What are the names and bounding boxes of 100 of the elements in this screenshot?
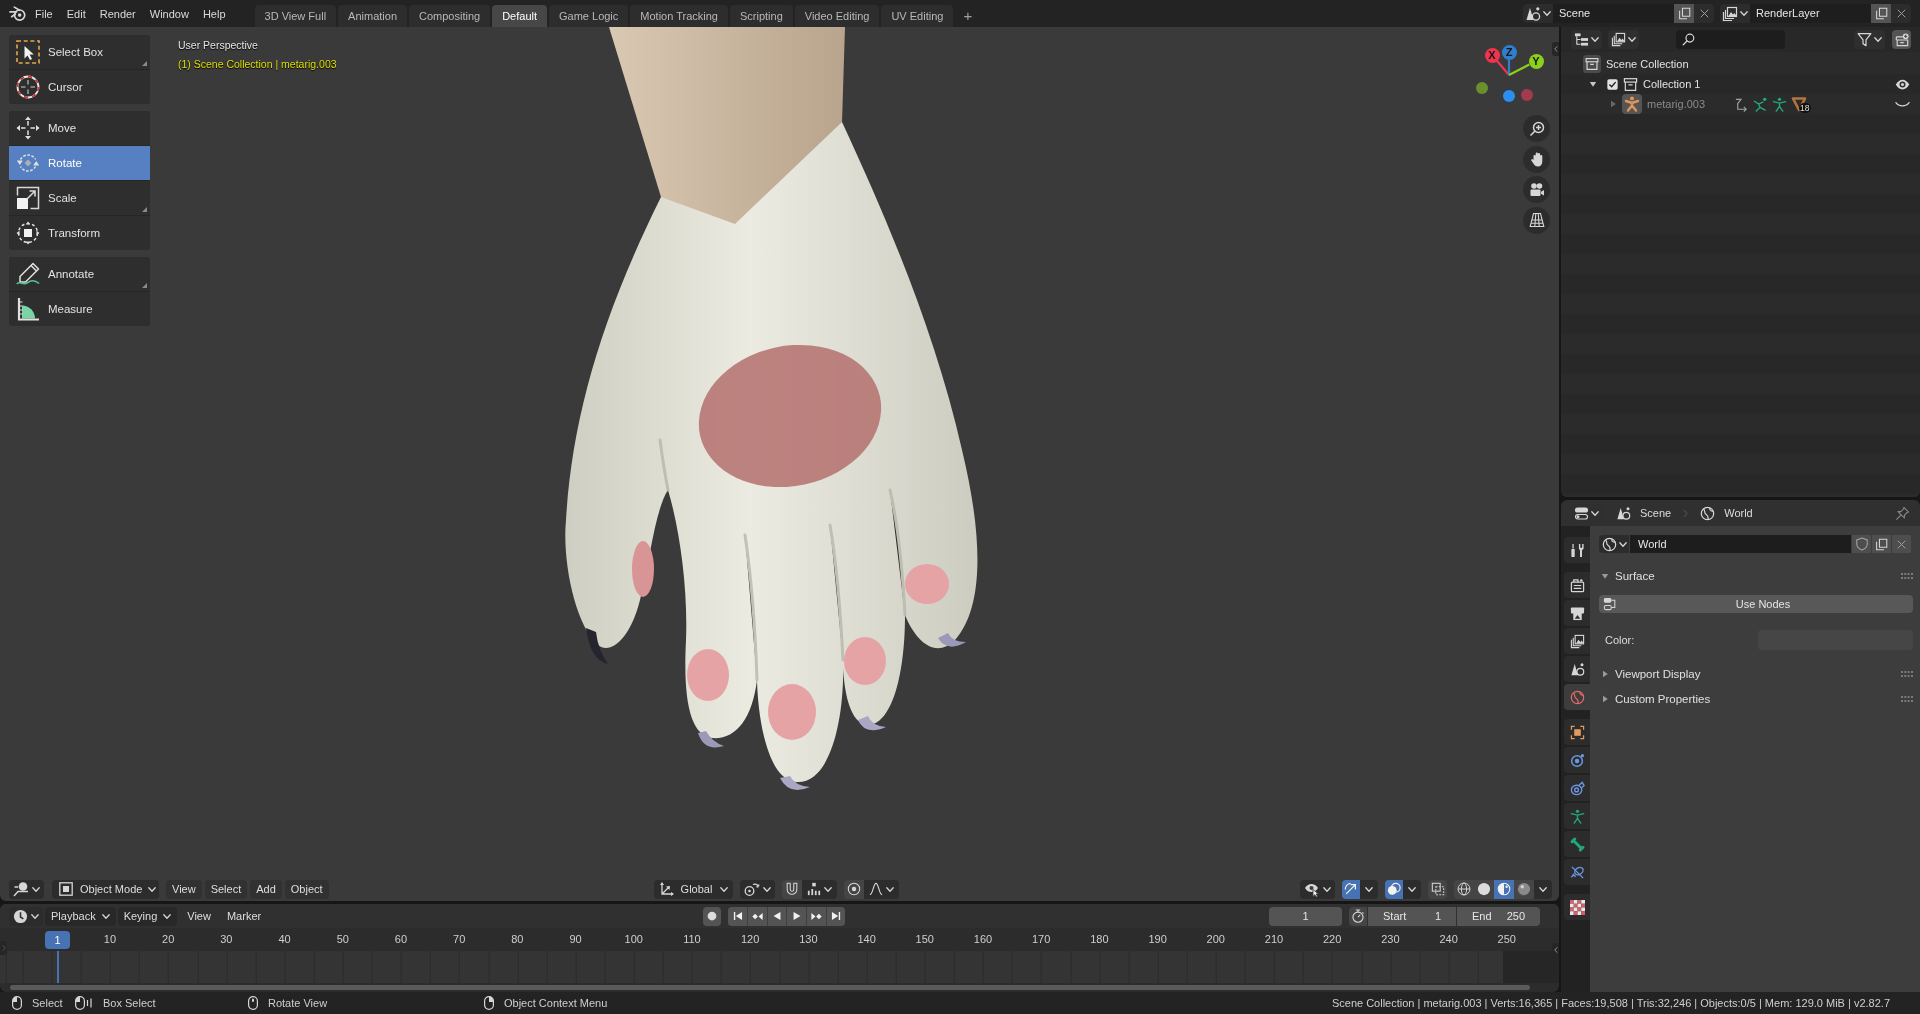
zoom-icon[interactable]	[1523, 115, 1550, 142]
menu-item[interactable]: File	[28, 3, 60, 24]
scene-dropdown[interactable]	[1523, 4, 1553, 23]
solid-sphere-icon[interactable]	[1474, 879, 1494, 899]
axis-handle[interactable]: Y	[1528, 53, 1544, 69]
play-reverse-icon[interactable]	[767, 906, 787, 926]
panel-toggle[interactable]: Surface	[1599, 570, 1655, 582]
drag-handle-icon[interactable]	[1901, 671, 1913, 677]
tool-button[interactable]: Transform	[9, 216, 150, 250]
tool-button[interactable]: Rotate	[9, 146, 150, 180]
magnet-icon[interactable]	[781, 879, 802, 899]
axis-dot-icon[interactable]	[1503, 90, 1515, 102]
close-icon[interactable]	[1694, 4, 1714, 23]
menu-item[interactable]: View	[181, 906, 217, 926]
visibility-dropdown[interactable]	[1300, 879, 1335, 899]
previous-keyframe-icon[interactable]	[747, 906, 767, 926]
workspace-tab[interactable]: Compositing	[409, 5, 491, 27]
menu-item[interactable]: Select	[204, 879, 248, 899]
snap-target-dropdown[interactable]	[801, 879, 837, 899]
panel-toggle[interactable]: Viewport Display	[1599, 668, 1701, 680]
collapse-arrow-icon[interactable]	[1552, 943, 1559, 957]
properties-tab[interactable]	[1564, 600, 1590, 626]
properties-tab[interactable]	[1564, 572, 1590, 598]
next-keyframe-icon[interactable]	[806, 906, 826, 926]
use-nodes-button[interactable]: Use Nodes	[1599, 595, 1913, 613]
panel-toggle[interactable]: Custom Properties	[1599, 693, 1711, 705]
end-frame-field[interactable]: End 250	[1457, 906, 1540, 926]
playhead-line[interactable]	[56, 951, 59, 983]
workspace-tab[interactable]: Animation	[338, 5, 407, 27]
axis-dot-icon[interactable]	[1521, 89, 1533, 101]
grid-icon[interactable]	[1523, 206, 1550, 234]
drag-handle-icon[interactable]	[1901, 573, 1913, 579]
view-layer-name-field[interactable]: RenderLayer	[1750, 4, 1871, 23]
gizmo-icon[interactable]	[1342, 879, 1360, 899]
close-icon[interactable]	[1891, 4, 1911, 23]
axis-handle[interactable]: Z	[1501, 44, 1517, 60]
playhead-frame[interactable]: 1	[45, 931, 70, 949]
axis-handle[interactable]: X	[1484, 47, 1500, 63]
workspace-tab[interactable]: UV Editing	[881, 5, 954, 27]
properties-tab[interactable]	[1564, 719, 1590, 745]
menu-item[interactable]: Object	[284, 879, 329, 899]
copy-icon[interactable]	[1871, 4, 1891, 23]
properties-tab[interactable]	[1564, 775, 1590, 801]
start-frame-field[interactable]: Start 1	[1368, 906, 1456, 926]
record-icon[interactable]	[703, 906, 722, 926]
closed-eye-icon[interactable]	[1895, 100, 1910, 108]
display-mode-dropdown[interactable]	[1571, 30, 1602, 49]
expand-arrow-icon[interactable]	[1589, 80, 1597, 88]
filter-dropdown[interactable]	[1854, 30, 1885, 49]
search-field[interactable]	[1676, 30, 1785, 49]
tool-button[interactable]: Measure	[9, 292, 150, 326]
menu-item[interactable]: Marker	[220, 906, 268, 926]
editor-type-dropdown[interactable]	[9, 879, 44, 899]
jump-end-icon[interactable]	[826, 906, 846, 926]
workspace-tab[interactable]: Default	[492, 5, 547, 27]
mode-dropdown[interactable]: Object Mode	[52, 879, 159, 899]
editor-type-dropdown[interactable]	[9, 906, 43, 926]
add-workspace-button[interactable]: +	[955, 5, 981, 27]
menu-item[interactable]: Playback	[45, 906, 116, 926]
hand-icon[interactable]	[1523, 145, 1550, 173]
workspace-tab[interactable]: Motion Tracking	[630, 5, 728, 27]
menu-item[interactable]: Edit	[59, 3, 93, 24]
workspace-tab[interactable]: Video Editing	[794, 5, 880, 27]
overlay-options-dropdown[interactable]	[1403, 879, 1421, 899]
world-name-field[interactable]: World	[1630, 535, 1851, 553]
world-browse-dropdown[interactable]	[1599, 535, 1629, 553]
outliner-item[interactable]: metarig.003	[1647, 98, 1706, 110]
menu-item[interactable]: Window	[142, 3, 196, 24]
play-icon[interactable]	[787, 906, 806, 926]
view-layer-dropdown[interactable]	[1608, 30, 1639, 49]
menu-item[interactable]: Render	[92, 3, 143, 24]
properties-tab[interactable]	[1564, 894, 1590, 920]
scene-name-field[interactable]: Scene	[1553, 4, 1674, 23]
x-ray-icon[interactable]	[1428, 879, 1447, 899]
orientation-dropdown[interactable]: Global	[653, 879, 733, 899]
workspace-tab[interactable]: 3D View Full	[254, 5, 337, 27]
rendered-sphere-icon[interactable]	[1514, 879, 1534, 899]
menu-item[interactable]: Keying	[117, 906, 178, 926]
material-sphere-icon[interactable]	[1494, 879, 1514, 899]
properties-tab[interactable]	[1564, 747, 1590, 773]
copy-icon[interactable]	[1872, 535, 1891, 553]
falloff-dropdown[interactable]	[863, 879, 899, 899]
menu-item[interactable]: Help	[195, 3, 233, 24]
menu-item[interactable]: View	[166, 879, 202, 899]
wireframe-sphere-icon[interactable]	[1454, 879, 1474, 899]
current-frame-field[interactable]: 1	[1269, 906, 1342, 926]
camera-icon[interactable]	[1523, 176, 1550, 203]
pivot-dropdown[interactable]	[739, 879, 775, 899]
jump-start-icon[interactable]	[728, 906, 747, 926]
stopwatch-icon[interactable]	[1349, 906, 1367, 926]
gizmo-options-dropdown[interactable]	[1360, 879, 1378, 899]
properties-tab[interactable]	[1564, 656, 1590, 682]
pin-icon[interactable]	[1895, 505, 1910, 521]
shading-options-dropdown[interactable]	[1534, 879, 1552, 899]
outliner-item[interactable]: Collection 1	[1643, 78, 1701, 90]
outliner-item[interactable]: Scene Collection	[1606, 58, 1689, 70]
drag-handle-icon[interactable]	[1901, 696, 1913, 702]
properties-tab[interactable]	[1564, 831, 1590, 857]
new-collection-icon[interactable]	[1892, 30, 1911, 49]
tool-button[interactable]: Select Box	[9, 35, 150, 69]
